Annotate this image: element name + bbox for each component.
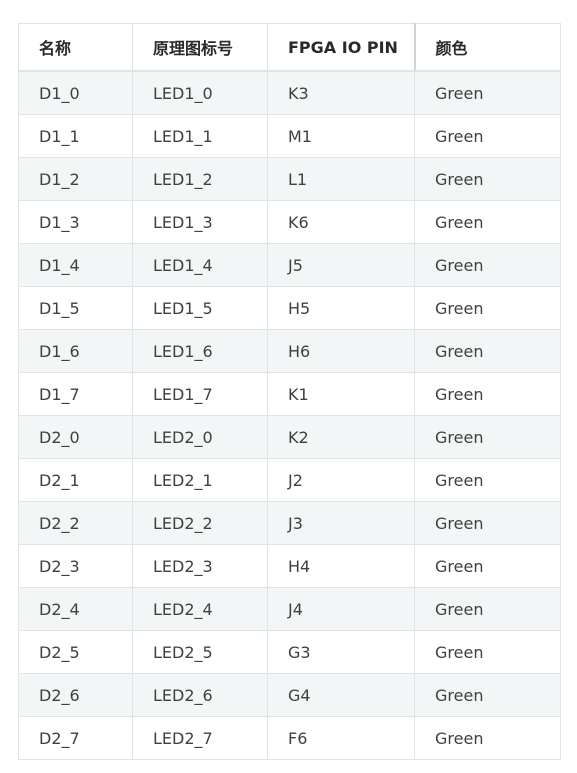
table-row: D2_0 LED2_0 K2 Green (18, 415, 561, 459)
cell-name: D2_6 (18, 673, 133, 717)
cell-name: D1_6 (18, 329, 133, 373)
table-row: D2_5 LED2_5 G3 Green (18, 630, 561, 674)
header-name: 名称 (18, 23, 133, 72)
cell-schematic-label: LED1_7 (132, 372, 268, 416)
cell-fpga-io-pin: K6 (267, 200, 415, 244)
cell-name: D2_5 (18, 630, 133, 674)
cell-name: D1_4 (18, 243, 133, 287)
cell-name: D2_7 (18, 716, 133, 760)
cell-color: Green (414, 243, 561, 287)
cell-schematic-label: LED2_0 (132, 415, 268, 459)
cell-color: Green (414, 673, 561, 717)
header-row: 名称 原理图标号 FPGA IO PIN 颜色 (18, 23, 561, 72)
cell-name: D1_0 (18, 70, 133, 115)
cell-fpga-io-pin: G3 (267, 630, 415, 674)
cell-color: Green (414, 70, 561, 115)
cell-name: D1_1 (18, 114, 133, 158)
table-row: D1_6 LED1_6 H6 Green (18, 329, 561, 373)
cell-fpga-io-pin: L1 (267, 157, 415, 201)
led-pin-table-container: 名称 原理图标号 FPGA IO PIN 颜色 D1_0 LED1_0 K3 Gree… (18, 23, 561, 760)
cell-name: D1_7 (18, 372, 133, 416)
cell-color: Green (414, 716, 561, 760)
cell-schematic-label: LED1_1 (132, 114, 268, 158)
cell-fpga-io-pin: J2 (267, 458, 415, 502)
cell-color: Green (414, 200, 561, 244)
table-row: D2_6 LED2_6 G4 Green (18, 673, 561, 717)
cell-fpga-io-pin: J3 (267, 501, 415, 545)
cell-fpga-io-pin: H6 (267, 329, 415, 373)
cell-schematic-label: LED1_3 (132, 200, 268, 244)
cell-color: Green (414, 286, 561, 330)
table-row: D1_0 LED1_0 K3 Green (18, 70, 561, 115)
cell-name: D2_0 (18, 415, 133, 459)
cell-schematic-label: LED1_0 (132, 70, 268, 115)
cell-fpga-io-pin: H4 (267, 544, 415, 588)
table-row: D2_2 LED2_2 J3 Green (18, 501, 561, 545)
table-row: D2_3 LED2_3 H4 Green (18, 544, 561, 588)
cell-color: Green (414, 501, 561, 545)
cell-fpga-io-pin: H5 (267, 286, 415, 330)
cell-schematic-label: LED2_1 (132, 458, 268, 502)
table-row: D1_5 LED1_5 H5 Green (18, 286, 561, 330)
cell-name: D2_3 (18, 544, 133, 588)
cell-color: Green (414, 458, 561, 502)
table-row: D1_7 LED1_7 K1 Green (18, 372, 561, 416)
cell-color: Green (414, 415, 561, 459)
cell-color: Green (414, 587, 561, 631)
cell-fpga-io-pin: K1 (267, 372, 415, 416)
header-schematic-label: 原理图标号 (132, 23, 268, 72)
cell-fpga-io-pin: M1 (267, 114, 415, 158)
header-color: 颜色 (413, 23, 561, 72)
cell-name: D2_1 (18, 458, 133, 502)
cell-color: Green (414, 157, 561, 201)
table-row: D2_1 LED2_1 J2 Green (18, 458, 561, 502)
cell-name: D2_2 (18, 501, 133, 545)
cell-schematic-label: LED2_4 (132, 587, 268, 631)
cell-color: Green (414, 114, 561, 158)
cell-name: D1_2 (18, 157, 133, 201)
cell-schematic-label: LED1_6 (132, 329, 268, 373)
table-row: D1_1 LED1_1 M1 Green (18, 114, 561, 158)
cell-schematic-label: LED2_6 (132, 673, 268, 717)
cell-schematic-label: LED1_4 (132, 243, 268, 287)
cell-fpga-io-pin: F6 (267, 716, 415, 760)
cell-color: Green (414, 329, 561, 373)
header-fpga-io-pin: FPGA IO PIN (267, 23, 415, 72)
cell-color: Green (414, 630, 561, 674)
cell-schematic-label: LED1_2 (132, 157, 268, 201)
table-row: D1_4 LED1_4 J5 Green (18, 243, 561, 287)
table-row: D2_4 LED2_4 J4 Green (18, 587, 561, 631)
table-row: D2_7 LED2_7 F6 Green (18, 716, 561, 760)
cell-schematic-label: LED1_5 (132, 286, 268, 330)
table-row: D1_3 LED1_3 K6 Green (18, 200, 561, 244)
cell-name: D1_5 (18, 286, 133, 330)
table-header: 名称 原理图标号 FPGA IO PIN 颜色 (18, 23, 561, 72)
cell-fpga-io-pin: J4 (267, 587, 415, 631)
table-body: D1_0 LED1_0 K3 Green D1_1 LED1_1 M1 Green D1_2 LE… (18, 70, 561, 760)
table-row: D1_2 LED1_2 L1 Green (18, 157, 561, 201)
cell-fpga-io-pin: G4 (267, 673, 415, 717)
cell-fpga-io-pin: K2 (267, 415, 415, 459)
cell-fpga-io-pin: K3 (267, 70, 415, 115)
cell-schematic-label: LED2_7 (132, 716, 268, 760)
cell-fpga-io-pin: J5 (267, 243, 415, 287)
cell-schematic-label: LED2_2 (132, 501, 268, 545)
cell-schematic-label: LED2_5 (132, 630, 268, 674)
cell-name: D2_4 (18, 587, 133, 631)
cell-name: D1_3 (18, 200, 133, 244)
cell-schematic-label: LED2_3 (132, 544, 268, 588)
cell-color: Green (414, 544, 561, 588)
cell-color: Green (414, 372, 561, 416)
led-pin-table: 名称 原理图标号 FPGA IO PIN 颜色 D1_0 LED1_0 K3 Gree… (18, 23, 561, 760)
